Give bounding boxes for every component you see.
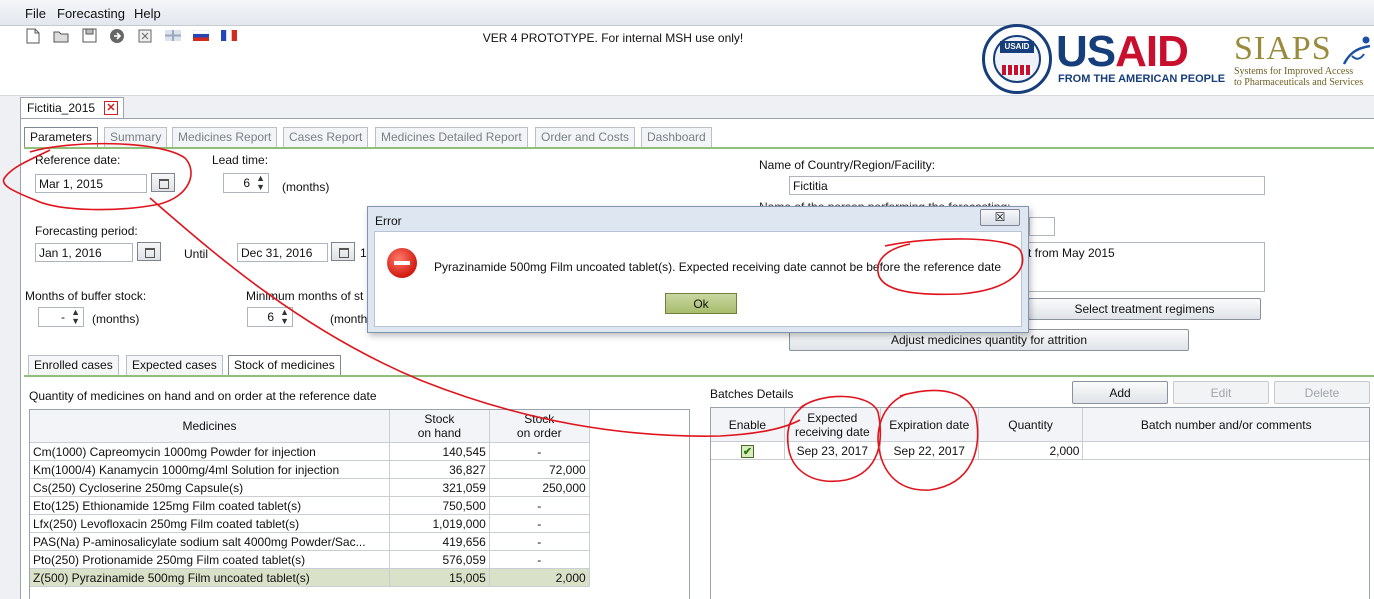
calendar-icon[interactable]: [137, 242, 161, 261]
menu-bar: File Forecasting Help: [0, 0, 1374, 26]
minimum-months-unit: (month: [330, 312, 368, 326]
subtab-enrolled-cases[interactable]: Enrolled cases: [28, 355, 119, 375]
spinner-arrows-icon[interactable]: ▲ ▼: [71, 308, 80, 326]
subtab-expected-cases[interactable]: Expected cases: [126, 355, 223, 375]
select-treatment-regimens-button[interactable]: Select treatment regimens: [1028, 298, 1261, 320]
table-row[interactable]: Lfx(250) Levofloxacin 250mg Film coated …: [29, 514, 691, 533]
edit-button[interactable]: Edit: [1173, 381, 1269, 404]
tab-summary[interactable]: Summary: [104, 127, 168, 147]
delete-button[interactable]: Delete: [1274, 381, 1370, 404]
col-stock-on-hand[interactable]: Stock on hand: [388, 409, 490, 443]
table-row[interactable]: Cm(1000) Capreomycin 1000mg Powder for i…: [29, 442, 691, 461]
minimum-months-spinner[interactable]: 6 ▲ ▼: [247, 307, 293, 327]
close-icon[interactable]: ✕: [104, 101, 118, 115]
tab-medicines-detailed-report[interactable]: Medicines Detailed Report: [375, 127, 528, 147]
table-row[interactable]: Pto(250) Protionamide 250mg Film coated …: [29, 550, 691, 569]
batches-table: Enable Expected receiving date Expiration…: [710, 407, 1370, 460]
period-start-field[interactable]: Jan 1, 2016: [35, 243, 133, 262]
table-row-selected[interactable]: Z(500) Pyrazinamide 500mg Film uncoated …: [29, 568, 690, 587]
calendar-icon[interactable]: [151, 173, 175, 192]
country-label: Name of Country/Region/Facility:: [759, 158, 936, 172]
menu-file[interactable]: File: [25, 6, 46, 21]
tab-order-and-costs[interactable]: Order and Costs: [535, 127, 636, 147]
error-icon: [387, 248, 417, 278]
tab-medicines-report[interactable]: Medicines Report: [172, 127, 278, 147]
forecasting-period-label: Forecasting period:: [35, 224, 138, 238]
dialog-title: Error: [375, 214, 402, 228]
table-row[interactable]: PAS(Na) P-aminosalicylate sodium salt 40…: [29, 532, 691, 551]
subtab-underline: [24, 375, 1374, 377]
person-field[interactable]: [1029, 217, 1055, 236]
document-tab-label: Fictitia_2015: [27, 101, 96, 115]
add-button[interactable]: Add: [1072, 381, 1168, 404]
siaps-tagline-2: to Pharmaceuticals and Services: [1234, 77, 1364, 88]
buffer-stock-unit: (months): [92, 312, 140, 326]
col-stock-on-order[interactable]: Stock on order: [488, 409, 590, 443]
col-quantity[interactable]: Quantity: [977, 407, 1084, 442]
usaid-tagline: FROM THE AMERICAN PEOPLE: [1058, 73, 1226, 85]
col-medicines[interactable]: Medicines: [29, 409, 390, 443]
until-label: Until: [184, 247, 209, 261]
error-message: Pyrazinamide 500mg Film uncoated tablet(…: [434, 260, 1001, 274]
error-dialog: Error ☒ Pyrazinamide 500mg Film uncoated…: [367, 206, 1029, 333]
period-end-field[interactable]: Dec 31, 2016: [237, 243, 328, 262]
enable-checkbox[interactable]: ✔: [740, 444, 754, 458]
menu-help[interactable]: Help: [134, 6, 161, 21]
tab-underline: [24, 147, 1374, 149]
table-row[interactable]: ✔ Sep 23, 2017 Sep 22, 2017 2,000: [710, 441, 1370, 460]
table-row[interactable]: Km(1000/4) Kanamycin 1000mg/4ml Solution…: [29, 460, 691, 479]
ok-button[interactable]: Ok: [665, 293, 737, 314]
lead-time-label: Lead time:: [212, 153, 269, 167]
country-field[interactable]: Fictitia: [789, 176, 1265, 195]
comments-field[interactable]: t from May 2015: [1025, 242, 1265, 292]
col-batch-comments[interactable]: Batch number and/or comments: [1082, 407, 1370, 442]
spinner-arrows-icon[interactable]: ▲ ▼: [280, 308, 289, 326]
calendar-icon[interactable]: [331, 242, 355, 261]
document-tab[interactable]: Fictitia_2015 ✕: [20, 97, 124, 118]
stock-title: Quantity of medicines on hand and on ord…: [29, 389, 377, 403]
table-row[interactable]: Eto(125) Ethionamide 125mg Film coated t…: [29, 496, 691, 515]
buffer-stock-spinner[interactable]: - ▲ ▼: [38, 307, 84, 327]
stock-table: Medicines Stock on hand Stock on order Cm(…: [29, 409, 690, 587]
spinner-arrows-icon[interactable]: ▲ ▼: [256, 174, 265, 192]
close-icon[interactable]: ☒: [980, 209, 1020, 226]
batches-title: Batches Details: [710, 387, 794, 401]
col-expected-receiving-date[interactable]: Expected receiving date: [783, 407, 881, 442]
menu-forecasting[interactable]: Forecasting: [57, 6, 125, 21]
lead-time-spinner[interactable]: 6 ▲ ▼: [223, 173, 269, 193]
reference-date-label: Reference date:: [35, 153, 121, 167]
tab-cases-report[interactable]: Cases Report: [283, 127, 369, 147]
tab-parameters[interactable]: Parameters: [24, 127, 99, 148]
dialog-body: Pyrazinamide 500mg Film uncoated tablet(…: [374, 231, 1022, 327]
siaps-logo: SIAPS: [1234, 30, 1332, 67]
col-enable[interactable]: Enable: [710, 407, 785, 442]
subtab-stock-of-medicines[interactable]: Stock of medicines: [228, 355, 341, 375]
buffer-stock-label: Months of buffer stock:: [25, 289, 147, 303]
table-row[interactable]: Cs(250) Cycloserine 250mg Capsule(s) 321,…: [29, 478, 691, 497]
tab-dashboard[interactable]: Dashboard: [641, 127, 712, 147]
col-expiration-date[interactable]: Expiration date: [879, 407, 979, 442]
minimum-months-label: Minimum months of st: [246, 289, 364, 303]
siaps-tagline-1: Systems for Improved Access: [1234, 66, 1354, 77]
siaps-figure-icon: [1342, 36, 1371, 65]
reference-date-field[interactable]: Mar 1, 2015: [35, 174, 147, 193]
period-end-suffix: 1: [360, 246, 367, 260]
usaid-seal-logo: USAID: [982, 24, 1052, 94]
usaid-logo: USAID: [1056, 27, 1189, 76]
lead-time-unit: (months): [282, 180, 330, 194]
